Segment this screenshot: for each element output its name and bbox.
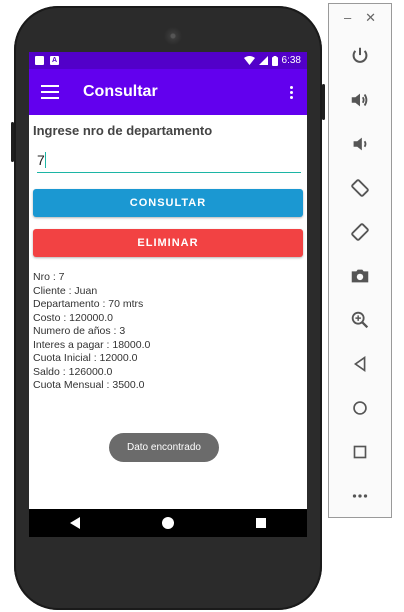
department-prompt-label: Ingrese nro de departamento: [33, 123, 213, 138]
phone-side-button: [11, 122, 14, 162]
result-line: Numero de años : 3: [33, 325, 126, 337]
sd-card-icon: [35, 56, 44, 65]
consultar-button[interactable]: CONSULTAR: [33, 189, 303, 217]
wifi-icon: [243, 56, 255, 65]
app-bar: Consultar: [29, 69, 307, 115]
close-button[interactable]: ✕: [365, 10, 376, 26]
result-line: Costo : 120000.0: [33, 311, 113, 324]
result-line: Departamento : 70 mtrs: [33, 298, 144, 310]
status-bar: A 6:38: [29, 52, 307, 69]
result-line: Cliente : Juan: [33, 284, 98, 297]
battery-icon: [271, 55, 278, 66]
back-icon[interactable]: [347, 351, 373, 377]
rotate-right-icon[interactable]: [347, 219, 373, 245]
main-content: Ingrese nro de departamento CONSULTAR EL…: [29, 123, 307, 537]
eliminar-button[interactable]: ELIMINAR: [33, 229, 303, 257]
status-time: 6:38: [281, 55, 301, 66]
overflow-menu-icon[interactable]: [286, 84, 297, 101]
nav-back-icon[interactable]: [70, 517, 80, 529]
overview-icon[interactable]: [347, 439, 373, 465]
result-line: Interes a pagar : 18000.0: [33, 338, 151, 351]
emulator-toolbar: – ✕: [328, 3, 392, 518]
volume-down-icon[interactable]: [347, 131, 373, 157]
notification-a-icon: A: [50, 56, 59, 65]
home-icon[interactable]: [347, 395, 373, 421]
front-camera: [164, 27, 182, 45]
navigation-bar: [29, 509, 307, 537]
department-input-wrapper: [37, 150, 301, 173]
menu-icon[interactable]: [41, 85, 59, 99]
result-line: Cuota Mensual : 3500.0: [33, 379, 145, 391]
nav-overview-icon[interactable]: [256, 518, 266, 528]
phone-power-button: [322, 84, 325, 120]
device-screen: A 6:38 Consultar Ingrese nro de departam…: [29, 52, 307, 537]
nav-home-icon[interactable]: [162, 517, 174, 529]
result-line: Saldo : 126000.0: [33, 365, 113, 378]
toast-message: Dato encontrado: [109, 433, 219, 462]
camera-icon[interactable]: [347, 263, 373, 289]
volume-up-icon[interactable]: [347, 87, 373, 113]
page-title: Consultar: [83, 83, 158, 100]
result-line: Cuota Inicial : 12000.0: [33, 352, 138, 364]
text-cursor: [45, 152, 46, 168]
results-list: Nro : 7 Cliente : Juan Departamento : 70…: [33, 271, 303, 393]
power-icon[interactable]: [347, 43, 373, 69]
zoom-icon[interactable]: [347, 307, 373, 333]
result-line: Nro : 7: [33, 271, 65, 283]
minimize-button[interactable]: –: [344, 10, 351, 26]
more-icon[interactable]: [347, 483, 373, 509]
signal-icon: [258, 56, 268, 65]
rotate-left-icon[interactable]: [347, 175, 373, 201]
department-number-input[interactable]: [37, 150, 301, 170]
